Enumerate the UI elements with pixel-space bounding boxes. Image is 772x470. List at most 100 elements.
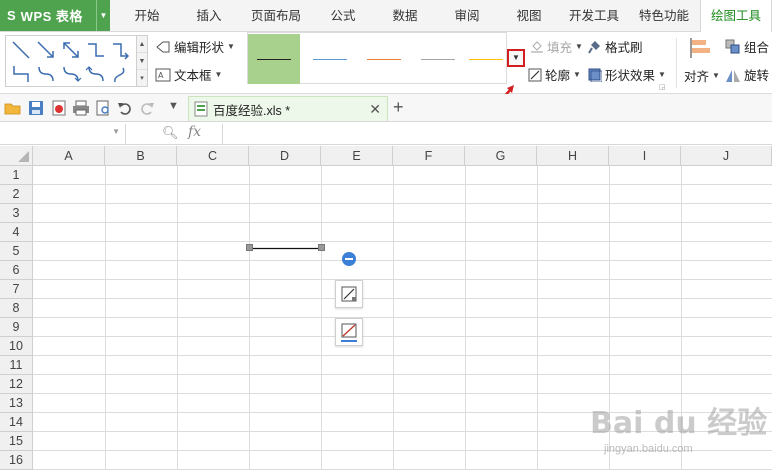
curved-double-arrow-icon[interactable]: [84, 62, 108, 86]
selected-line-shape[interactable]: [249, 247, 322, 250]
double-arrow-line-icon[interactable]: [59, 38, 83, 62]
fx-icon[interactable]: fx: [188, 124, 201, 140]
open-folder-icon[interactable]: [4, 99, 22, 117]
tab-review[interactable]: 审阅: [440, 0, 494, 31]
row-header-16[interactable]: 16: [0, 451, 33, 470]
save-icon[interactable]: [27, 99, 45, 117]
row-header-12[interactable]: 12: [0, 375, 33, 394]
edit-shape-label: 编辑形状: [174, 41, 225, 55]
tab-special-features[interactable]: 特色功能: [632, 0, 696, 31]
group-button[interactable]: 组合: [725, 37, 769, 56]
elbow-arrow-connector-icon[interactable]: [109, 38, 133, 62]
row-header-8[interactable]: 8: [0, 299, 33, 318]
grid-line: [33, 279, 772, 280]
gallery-more-icon[interactable]: ▾: [137, 70, 147, 87]
column-header-j[interactable]: J: [681, 146, 772, 166]
tab-insert[interactable]: 插入: [180, 0, 238, 31]
align-button[interactable]: 对齐 ▼: [684, 66, 720, 85]
fill-button[interactable]: 填充 ▼: [530, 37, 583, 56]
column-header-h[interactable]: H: [537, 146, 609, 166]
row-header-11[interactable]: 11: [0, 356, 33, 375]
tab-drawing-tools[interactable]: 绘图工具: [700, 0, 772, 33]
chevron-down-icon[interactable]: ▼: [112, 127, 120, 136]
column-header-a[interactable]: A: [33, 146, 105, 166]
align-icon[interactable]: [690, 37, 712, 59]
column-header-d[interactable]: D: [249, 146, 321, 166]
row-header-14[interactable]: 14: [0, 413, 33, 432]
tab-formulas[interactable]: 公式: [316, 0, 370, 31]
line-start-handle[interactable]: [246, 244, 253, 251]
line-style-option-selected[interactable]: [248, 34, 300, 84]
line-style-option[interactable]: [412, 34, 464, 84]
tab-home[interactable]: 开始: [118, 0, 176, 31]
quick-access-dropdown-icon[interactable]: ▼: [168, 100, 179, 112]
collapse-minus-icon[interactable]: [342, 252, 356, 266]
redo-icon[interactable]: [138, 99, 156, 117]
shapes-gallery-scroll[interactable]: ▲ ▼ ▾: [136, 35, 148, 87]
line-style-option[interactable]: [304, 34, 356, 84]
outline-button[interactable]: 轮廓 ▼: [528, 65, 581, 84]
tab-view[interactable]: 视图: [502, 0, 556, 31]
column-header-b[interactable]: B: [105, 146, 177, 166]
formula-bar: ▼ 🔍︎ fx: [0, 123, 772, 145]
shape-effects-button[interactable]: 形状效果 ▼: [588, 65, 666, 84]
line-end-handle[interactable]: [318, 244, 325, 251]
row-header-15[interactable]: 15: [0, 432, 33, 451]
column-header-f[interactable]: F: [393, 146, 465, 166]
name-box[interactable]: ▼: [0, 124, 126, 144]
edit-shape-button[interactable]: 编辑形状 ▼: [155, 37, 235, 56]
text-box-label: 文本框: [174, 69, 212, 83]
row-header-7[interactable]: 7: [0, 280, 33, 299]
shape-outline-icon: [341, 323, 357, 342]
freeform-curve-icon[interactable]: [109, 62, 133, 86]
column-header-c[interactable]: C: [177, 146, 249, 166]
line-style-option[interactable]: [460, 34, 512, 84]
column-header-e[interactable]: E: [321, 146, 393, 166]
row-header-1[interactable]: 1: [0, 166, 33, 185]
print-preview-icon[interactable]: [94, 99, 112, 117]
dialog-launcher-icon[interactable]: ◲: [659, 83, 666, 91]
curved-arrow-connector-icon[interactable]: [59, 62, 83, 86]
new-tab-plus-icon[interactable]: +: [393, 97, 404, 118]
row-header-9[interactable]: 9: [0, 318, 33, 337]
row-header-10[interactable]: 10: [0, 337, 33, 356]
arrow-line-icon[interactable]: [34, 38, 58, 62]
row-header-4[interactable]: 4: [0, 223, 33, 242]
column-header-g[interactable]: G: [465, 146, 537, 166]
fill-label: 填充: [547, 41, 573, 55]
row-header-6[interactable]: 6: [0, 261, 33, 280]
line-style-more-button[interactable]: ▼: [507, 49, 525, 67]
elbow-connector-icon[interactable]: [84, 38, 108, 62]
scroll-down-icon[interactable]: ▼: [137, 53, 147, 70]
scroll-up-icon[interactable]: ▲: [137, 36, 147, 53]
elbow-double-arrow-icon[interactable]: [9, 62, 33, 86]
formula-input[interactable]: [222, 124, 772, 144]
tab-developer[interactable]: 开发工具: [562, 0, 626, 31]
text-box-button[interactable]: A 文本框 ▼: [155, 65, 222, 84]
format-painter-button[interactable]: 格式刷: [588, 37, 643, 56]
rotate-button[interactable]: 旋转: [725, 65, 769, 84]
select-all-corner[interactable]: [0, 146, 33, 166]
chevron-down-icon[interactable]: ▼: [96, 0, 110, 31]
row-header-2[interactable]: 2: [0, 185, 33, 204]
straight-line-icon[interactable]: [9, 38, 33, 62]
print-icon[interactable]: [72, 99, 90, 117]
float-shape-outline-button[interactable]: [335, 318, 363, 346]
column-header-i[interactable]: I: [609, 146, 681, 166]
tab-page-layout[interactable]: 页面布局: [244, 0, 308, 31]
line-style-option[interactable]: [358, 34, 410, 84]
row-header-3[interactable]: 3: [0, 204, 33, 223]
export-pdf-icon[interactable]: [50, 99, 68, 117]
undo-icon[interactable]: [116, 99, 134, 117]
curved-connector-icon[interactable]: [34, 62, 58, 86]
float-shape-style-button[interactable]: [335, 280, 363, 308]
select-all-triangle-icon: [18, 151, 29, 162]
document-tab[interactable]: 百度经验.xls * ✕: [188, 96, 388, 121]
tab-data[interactable]: 数据: [378, 0, 432, 31]
row-header-5[interactable]: 5: [0, 242, 33, 261]
row-header-13[interactable]: 13: [0, 394, 33, 413]
close-icon[interactable]: ✕: [369, 101, 381, 118]
wps-app-menu-button[interactable]: S WPS 表格 ▼: [0, 0, 110, 31]
zoom-search-icon[interactable]: 🔍︎: [162, 125, 179, 141]
chevron-down-icon: ▼: [658, 70, 666, 79]
